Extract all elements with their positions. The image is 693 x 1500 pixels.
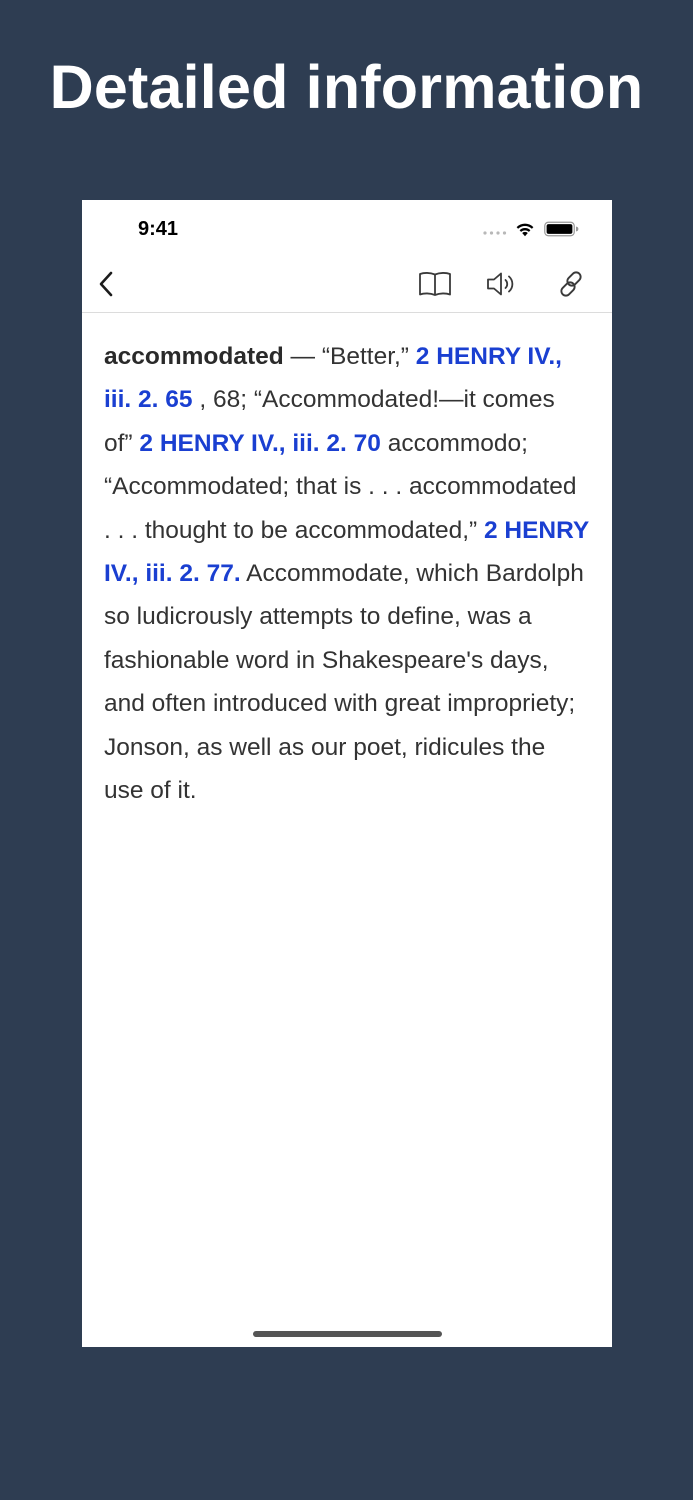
book-button[interactable] (417, 266, 453, 302)
entry-headword: accommodated (104, 343, 284, 370)
link-icon (560, 271, 582, 297)
speaker-icon (487, 272, 514, 296)
wifi-icon (516, 223, 534, 237)
entry-body: accommodated — “Better,” 2 HENRY IV., ii… (104, 335, 590, 812)
status-time: 9:41 (138, 218, 179, 240)
status-bar: 9:41 (82, 200, 612, 256)
chevron-left-icon (99, 271, 113, 297)
page-headline: Detailed information (49, 53, 644, 121)
entry-text: — “Better,” (283, 343, 416, 370)
pronounce-button[interactable] (483, 266, 519, 302)
entry-text: Accommodate, which Bardolph so ludicrous… (104, 560, 584, 805)
cellular-signal-icon (483, 231, 507, 235)
navigation-bar (82, 256, 612, 313)
back-button[interactable] (88, 266, 124, 302)
reference-link[interactable]: 2 HENRY IV., iii. 2. 70 (139, 430, 381, 457)
book-icon (419, 272, 451, 296)
battery-icon (544, 221, 579, 237)
phone-screen: 9:41 accommodated — “Better,” 2 HENRY IV… (82, 200, 612, 1347)
home-indicator[interactable] (253, 1331, 442, 1337)
share-link-button[interactable] (553, 266, 589, 302)
